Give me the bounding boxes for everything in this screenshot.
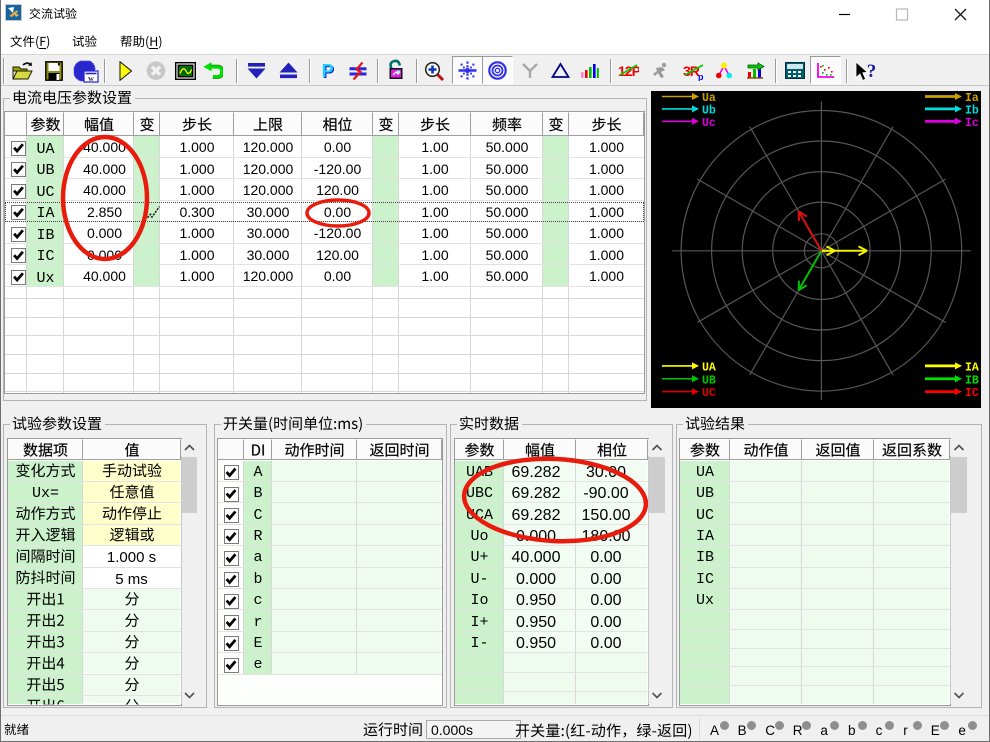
svg-text:Ub: Ub (702, 104, 716, 117)
svg-text:Ia: Ia (965, 92, 979, 105)
svg-text:Ic: Ic (965, 117, 979, 130)
svg-text:Uc: Uc (702, 117, 716, 130)
svg-text:UA: UA (702, 361, 716, 374)
svg-text:P: P (322, 62, 334, 80)
svg-text:IC: IC (965, 387, 979, 400)
svg-text:?: ? (867, 61, 877, 82)
svg-text:IB: IB (965, 374, 979, 387)
svg-text:Ib: Ib (965, 104, 979, 117)
svg-text:IA: IA (965, 361, 979, 374)
svg-text:UC: UC (702, 387, 716, 400)
svg-text:Ua: Ua (702, 92, 716, 105)
svg-text:UB: UB (702, 374, 716, 387)
svg-text:w: w (88, 74, 94, 83)
svg-text:p: p (698, 72, 704, 81)
